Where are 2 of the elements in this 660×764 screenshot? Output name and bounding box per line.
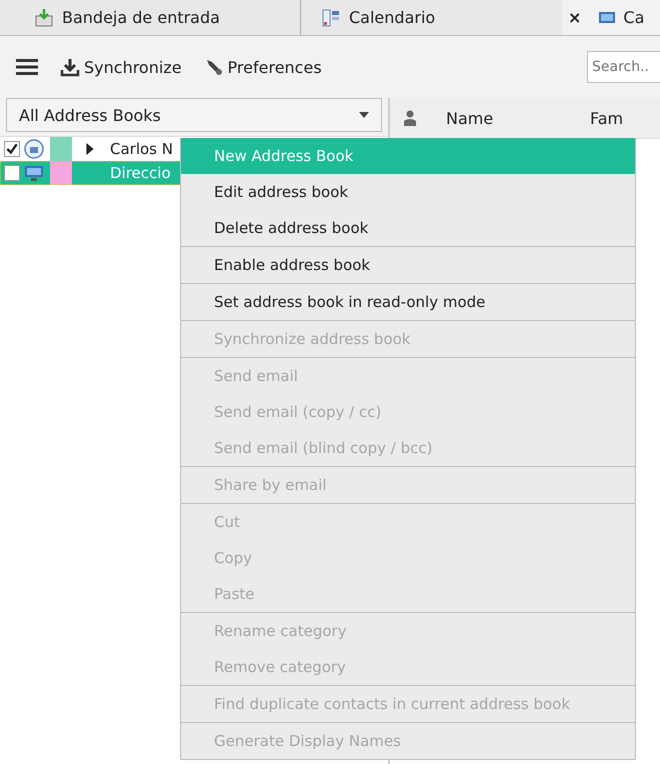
address-book-name: Carlos N [110, 140, 173, 158]
address-book-name: Direccio [110, 164, 171, 182]
